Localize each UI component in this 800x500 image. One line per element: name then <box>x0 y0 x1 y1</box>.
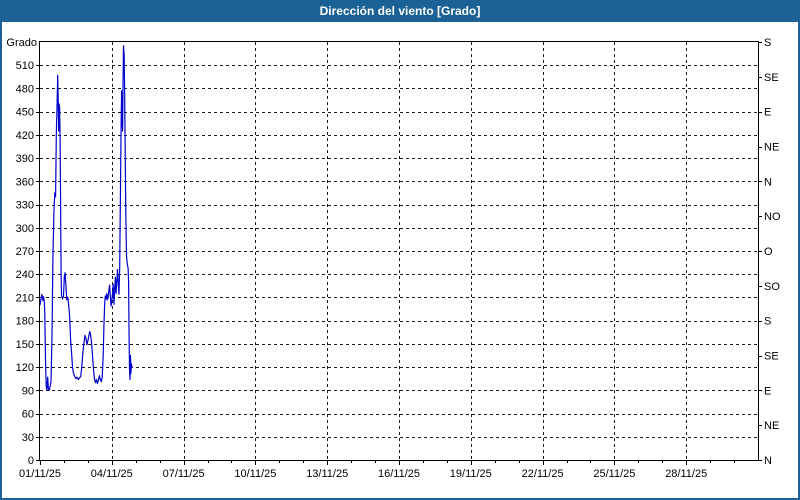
x-axis-tick-label: 04/11/25 <box>91 468 133 480</box>
y-axis-tick-label: 270 <box>16 246 34 258</box>
y-axis-tick-label: 150 <box>16 339 34 351</box>
y-right-axis-tick-label: NE <box>764 142 779 154</box>
y-axis-tick-label: 90 <box>22 385 34 397</box>
y-right-axis-tick-label: E <box>764 385 771 397</box>
x-axis-tick-label: 01/11/25 <box>19 468 61 480</box>
y-right-axis-tick-label: SE <box>764 351 779 363</box>
y-right-axis-tick-label: E <box>764 107 771 119</box>
y-right-axis-tick-label: N <box>764 176 772 188</box>
x-axis-tick-label: 10/11/25 <box>234 468 276 480</box>
y-axis-tick-label: 30 <box>22 432 34 444</box>
x-axis-tick-label: 28/11/25 <box>665 468 707 480</box>
y-axis-tick-label: 420 <box>16 130 34 142</box>
y-axis-tick-label: 390 <box>16 153 34 165</box>
y-axis-tick-label: 330 <box>16 200 34 212</box>
x-axis-tick-label: 16/11/25 <box>378 468 420 480</box>
y-axis-tick-label: 60 <box>22 409 34 421</box>
chart-title-bar: Dirección del viento [Grado] <box>0 0 800 22</box>
chart-title: Dirección del viento [Grado] <box>319 4 481 18</box>
y-axis-tick-label: 300 <box>16 223 34 235</box>
y-axis-tick-label: 510 <box>16 60 34 72</box>
y-axis-tick-label: 450 <box>16 107 34 119</box>
chart-plot-area: 0 30 60 90 120 150 180 210 240 270 300 330 360 390 420… <box>6 37 781 480</box>
y-axis-tick-label: 480 <box>16 83 34 95</box>
y-right-axis-tick-label: S <box>764 37 771 49</box>
x-axis-tick-label: 25/11/25 <box>593 468 635 480</box>
y-axis-tick-label: 0 <box>28 455 34 467</box>
y-axis-title: Grado <box>6 37 37 49</box>
x-axis-tick-label: 13/11/25 <box>306 468 348 480</box>
y-axis-tick-label: 360 <box>16 176 34 188</box>
y-right-axis-tick-label: NE <box>764 420 779 432</box>
wind-direction-chart-window: Dirección del viento [Grado] 0 30 60 90 120 1… <box>0 0 800 500</box>
y-right-axis-tick-label: SE <box>764 72 779 84</box>
y-right-axis-tick-label: N <box>764 455 772 467</box>
x-axis-tick-label: 22/11/25 <box>522 468 564 480</box>
y-axis-tick-label: 210 <box>16 292 34 304</box>
y-right-axis-tick-label: NO <box>764 211 781 223</box>
y-right-axis-tick-label: SO <box>764 281 780 293</box>
y-right-axis-tick-label: S <box>764 316 771 328</box>
wind-direction-series-line <box>39 45 133 391</box>
x-axis-tick-label: 07/11/25 <box>163 468 205 480</box>
y-axis-tick-label: 120 <box>16 362 34 374</box>
y-axis-tick-label: 180 <box>16 316 34 328</box>
y-axis-tick-label: 240 <box>16 269 34 281</box>
y-right-axis-tick-label: O <box>764 246 773 258</box>
x-axis-tick-label: 19/11/25 <box>450 468 492 480</box>
